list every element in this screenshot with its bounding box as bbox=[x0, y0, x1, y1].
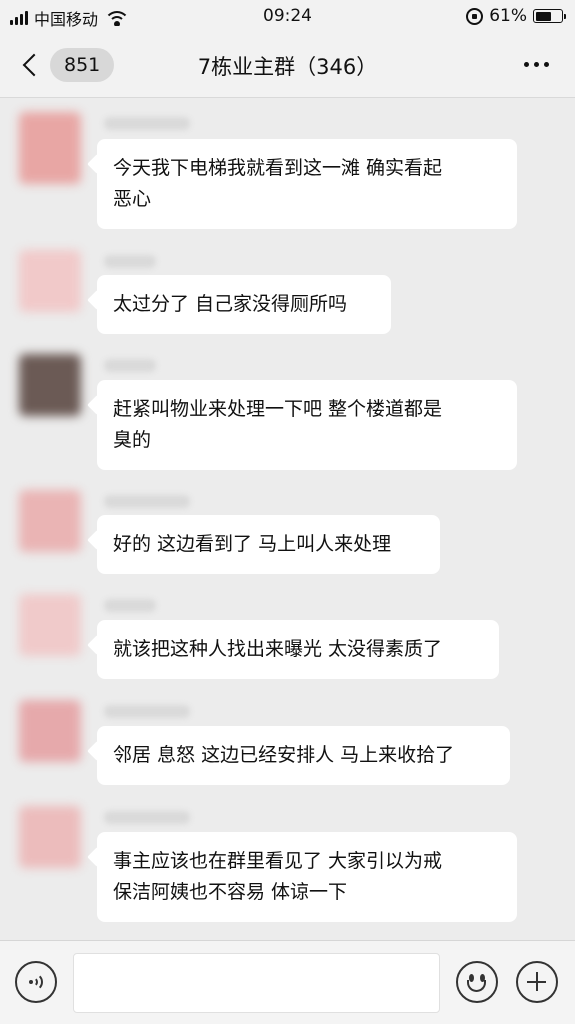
message-bubble[interactable]: 太过分了 自己家没得厕所吗 bbox=[97, 275, 391, 334]
rotation-lock-icon bbox=[466, 7, 484, 25]
chat-input-bar bbox=[0, 940, 575, 1024]
avatar[interactable] bbox=[19, 250, 81, 312]
sender-name-blurred bbox=[104, 599, 156, 612]
sender-name-blurred bbox=[104, 359, 156, 372]
more-options-button[interactable] bbox=[524, 62, 549, 67]
avatar[interactable] bbox=[19, 112, 81, 184]
chat-header: 851 7栋业主群（346） bbox=[0, 34, 575, 98]
voice-input-button[interactable] bbox=[15, 961, 57, 1003]
battery-fill bbox=[535, 11, 551, 21]
more-dot bbox=[534, 62, 539, 67]
message-bubble[interactable]: 今天我下电梯我就看到这一滩 确实看起 恶心 bbox=[97, 139, 517, 229]
sender-name-blurred bbox=[104, 117, 190, 130]
message-bubble[interactable]: 就该把这种人找出来曝光 太没得素质了 bbox=[97, 620, 499, 679]
more-dot bbox=[544, 62, 549, 67]
message-bubble[interactable]: 赶紧叫物业来处理一下吧 整个楼道都是 臭的 bbox=[97, 380, 517, 470]
avatar[interactable] bbox=[19, 594, 81, 656]
battery-icon bbox=[533, 9, 566, 23]
status-right: 61% bbox=[466, 6, 566, 26]
battery-percent: 61% bbox=[489, 6, 527, 26]
more-dot bbox=[524, 62, 529, 67]
sender-name-blurred bbox=[104, 705, 190, 718]
avatar[interactable] bbox=[19, 354, 81, 416]
status-bar: 中国移动 09:24 61% bbox=[0, 0, 575, 34]
sender-name-blurred bbox=[104, 255, 156, 268]
emoji-mouth bbox=[467, 980, 486, 992]
message-input[interactable] bbox=[73, 953, 440, 1013]
sender-name-blurred bbox=[104, 495, 190, 508]
message-list[interactable]: 今天我下电梯我就看到这一滩 确实看起 恶心 太过分了 自己家没得厕所吗 赶紧叫物… bbox=[0, 98, 575, 940]
message-bubble[interactable]: 邻居 息怒 这边已经安排人 马上来收拾了 bbox=[97, 726, 510, 785]
avatar[interactable] bbox=[19, 700, 81, 762]
sender-name-blurred bbox=[104, 811, 190, 824]
more-actions-plus-button[interactable] bbox=[516, 961, 558, 1003]
chat-title: 7栋业主群（346） bbox=[197, 55, 378, 79]
avatar[interactable] bbox=[19, 490, 81, 552]
avatar[interactable] bbox=[19, 806, 81, 868]
message-bubble[interactable]: 事主应该也在群里看见了 大家引以为戒 保洁阿姨也不容易 体谅一下 bbox=[97, 832, 517, 922]
emoji-button[interactable] bbox=[456, 961, 498, 1003]
message-bubble[interactable]: 好的 这边看到了 马上叫人来处理 bbox=[97, 515, 440, 574]
